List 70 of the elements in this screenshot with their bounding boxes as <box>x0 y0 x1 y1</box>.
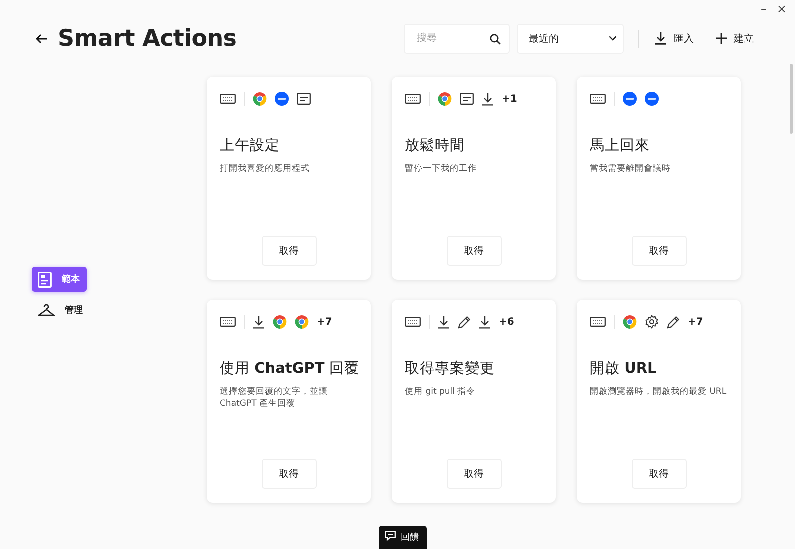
download-icon <box>253 316 265 328</box>
more-count: +7 <box>688 316 704 328</box>
keyboard-icon <box>590 94 606 104</box>
chevron-down-icon <box>609 36 617 41</box>
plus-icon <box>716 33 727 44</box>
keyboard-icon <box>220 317 236 327</box>
card-title: 開啟 URL <box>590 360 658 379</box>
card-description: 暫停一下我的工作 <box>405 163 478 175</box>
action-card[interactable]: +1 放鬆時間 暫停一下我的工作 取得 <box>392 77 556 280</box>
pencil-icon <box>458 316 471 328</box>
card-description: 開啟瀏覽器時，開啟我的最愛 URL <box>590 386 728 398</box>
download-icon <box>482 92 494 106</box>
keyboard-icon <box>220 94 236 104</box>
browser-icon <box>295 315 309 329</box>
more-count: +6 <box>499 316 514 328</box>
scrollbar[interactable] <box>790 64 793 134</box>
message-icon <box>297 93 311 105</box>
action-card[interactable]: +7 使用 ChatGPT 回覆 選擇您要回覆的文字，並讓 ChatGPT 產生回覆 取得 <box>207 300 371 503</box>
get-button[interactable]: 取得 <box>262 236 316 266</box>
card-description: 打開我喜愛的應用程式 <box>220 163 311 175</box>
browser-icon <box>438 92 452 106</box>
card-title: 上午設定 <box>220 136 281 156</box>
keyboard-icon <box>590 317 606 327</box>
browser-icon <box>623 315 637 329</box>
action-card[interactable]: 上午設定 打開我喜愛的應用程式 取得 <box>207 77 371 280</box>
get-button[interactable]: 取得 <box>262 459 316 489</box>
sidebar-item[interactable]: 範本 <box>32 267 87 292</box>
card-title: 馬上回來 <box>590 137 651 156</box>
back-arrow-icon[interactable] <box>36 34 48 44</box>
download-icon <box>479 316 491 328</box>
close-button[interactable]: × <box>776 2 787 16</box>
create-button[interactable]: 建立 <box>710 32 760 46</box>
feedback-button[interactable]: 回饋 <box>379 526 427 549</box>
action-card[interactable]: +7 開啟 URL 開啟瀏覽器時，開啟我的最愛 URL 取得 <box>577 300 741 503</box>
hanger-icon <box>38 304 55 317</box>
card-description: 當我需要離開會議時 <box>590 163 672 175</box>
search-field[interactable]: 搜尋 <box>404 24 510 54</box>
minimize-button[interactable]: – <box>760 2 767 16</box>
search-icon <box>490 34 501 44</box>
pencil-icon <box>667 316 680 328</box>
import-button[interactable]: 匯入 <box>649 32 700 46</box>
card-title: 取得專案變更 <box>405 360 496 379</box>
action-card[interactable]: +6 取得專案變更 使用 git pull 指令 取得 <box>392 300 556 503</box>
browser-icon <box>253 92 267 106</box>
more-count: +7 <box>317 316 332 328</box>
get-button[interactable]: 取得 <box>632 236 686 266</box>
download-icon <box>438 316 450 328</box>
card-title: 使用 ChatGPT 回覆 <box>220 360 360 379</box>
chat-icon <box>385 531 396 541</box>
page-title: Smart Actions <box>58 26 237 52</box>
download-icon <box>655 32 667 45</box>
card-description: 使用 git pull 指令 <box>405 386 477 398</box>
get-button[interactable]: 取得 <box>446 236 502 266</box>
card-description: 選擇您要回覆的文字，並讓 ChatGPT 產生回覆 <box>220 386 329 410</box>
video-app-icon <box>623 92 637 106</box>
keyboard-icon <box>405 317 421 327</box>
sort-dropdown[interactable]: 最近的 <box>517 24 624 54</box>
get-button[interactable]: 取得 <box>632 459 686 489</box>
get-button[interactable]: 取得 <box>446 459 502 489</box>
action-card[interactable]: 馬上回來 當我需要離開會議時 取得 <box>577 77 741 280</box>
sidebar-item[interactable]: 管理 <box>32 298 89 323</box>
video-app-icon <box>645 92 659 106</box>
gear-icon <box>645 315 659 329</box>
video-app-icon <box>275 92 289 106</box>
document-icon <box>38 272 52 288</box>
card-title: 放鬆時間 <box>405 137 466 156</box>
more-count: +1 <box>502 94 518 104</box>
browser-icon <box>273 315 287 329</box>
message-icon <box>460 93 474 105</box>
keyboard-icon <box>405 94 421 104</box>
